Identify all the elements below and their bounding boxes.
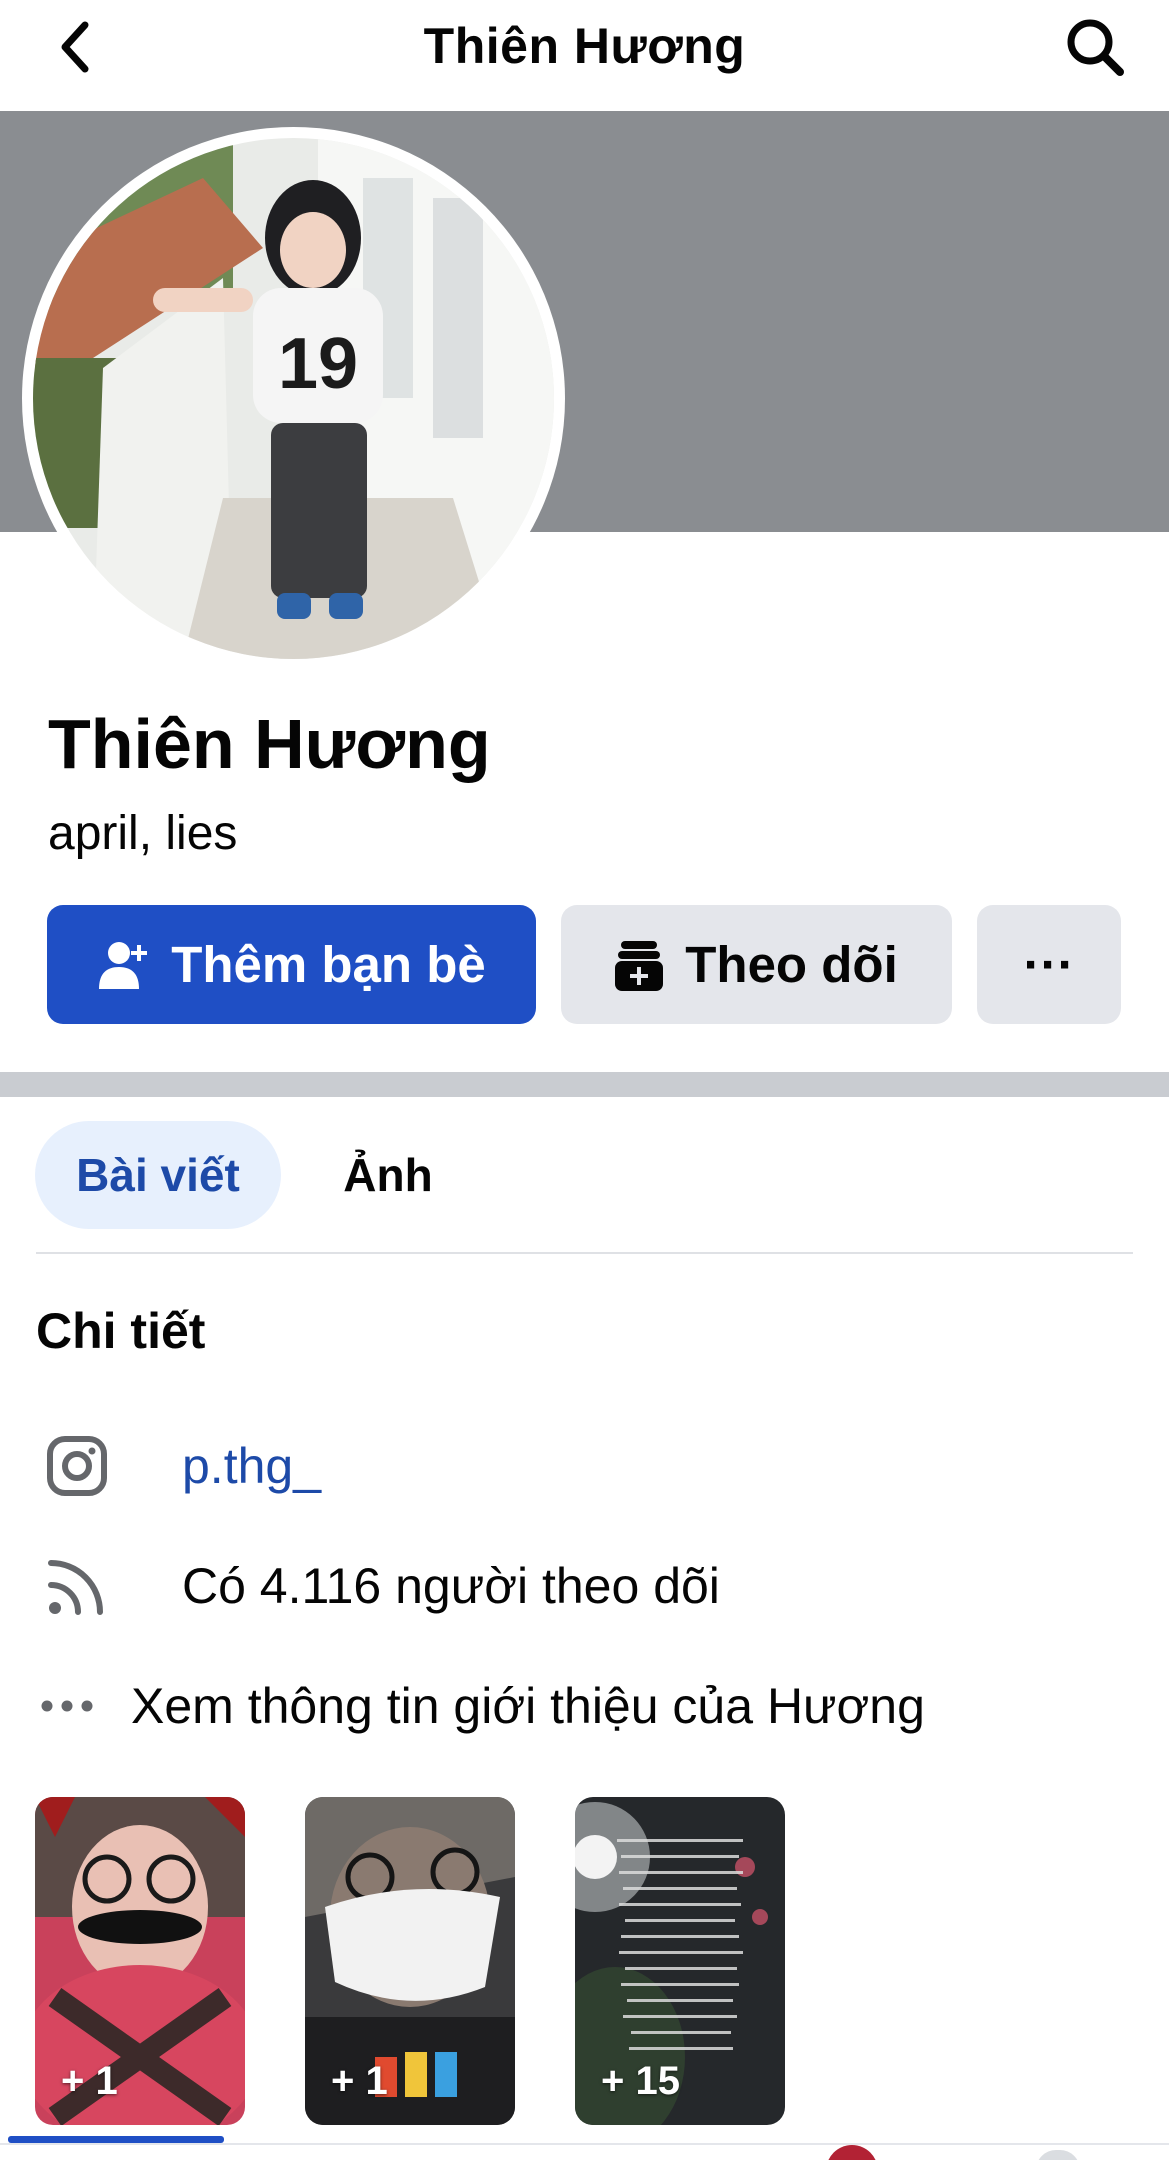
instagram-icon <box>40 1429 114 1503</box>
tab-photos[interactable]: Ảnh <box>300 1121 476 1229</box>
featured-story[interactable]: + 15 <box>575 1797 785 2125</box>
story-count: + 1 <box>331 2059 388 2103</box>
bottom-divider <box>0 2143 1169 2145</box>
story-count: + 1 <box>61 2059 118 2103</box>
more-options-button[interactable]: ··· <box>977 905 1121 1024</box>
partial-avatar <box>826 2145 878 2160</box>
instagram-handle[interactable]: p.thg_ <box>182 1435 321 1497</box>
add-friend-label: Thêm bạn bè <box>171 936 486 993</box>
more-horizontal-icon <box>40 1669 94 1743</box>
followers-row: Có 4.116 người theo dõi <box>40 1546 720 1626</box>
section-divider <box>0 1072 1169 1097</box>
see-about-label[interactable]: Xem thông tin giới thiệu của Hương <box>131 1675 925 1737</box>
person-add-icon <box>97 939 149 991</box>
search-button[interactable] <box>1060 12 1130 82</box>
featured-story[interactable]: + 1 <box>35 1797 245 2125</box>
follow-label: Theo dõi <box>685 936 898 993</box>
story-count: + 15 <box>601 2059 680 2103</box>
top-bar: Thiên Hương <box>0 0 1169 111</box>
more-dots-icon: ··· <box>1023 936 1075 993</box>
follow-button[interactable]: Theo dõi <box>561 905 952 1024</box>
see-about-row[interactable]: Xem thông tin giới thiệu của Hương <box>40 1666 925 1746</box>
rss-icon <box>40 1549 114 1623</box>
details-title: Chi tiết <box>36 1303 206 1359</box>
profile-name: Thiên Hương <box>48 705 491 783</box>
page-title: Thiên Hương <box>423 18 746 74</box>
profile-bio: april, lies <box>48 807 238 860</box>
follow-icon <box>615 939 664 991</box>
scroll-indicator <box>8 2136 224 2143</box>
add-friend-button[interactable]: Thêm bạn bè <box>47 905 536 1024</box>
tabs-divider <box>36 1252 1133 1254</box>
avatar-photo: 19 <box>33 138 554 659</box>
partial-avatar <box>1036 2150 1080 2160</box>
svg-text:19: 19 <box>278 324 358 404</box>
profile-avatar[interactable]: 19 <box>22 127 565 670</box>
search-icon <box>1067 19 1124 76</box>
followers-count: Có 4.116 người theo dõi <box>182 1558 720 1614</box>
instagram-row[interactable]: p.thg_ <box>40 1426 321 1506</box>
tab-posts[interactable]: Bài viết <box>35 1121 281 1229</box>
featured-story[interactable]: + 1 <box>305 1797 515 2125</box>
